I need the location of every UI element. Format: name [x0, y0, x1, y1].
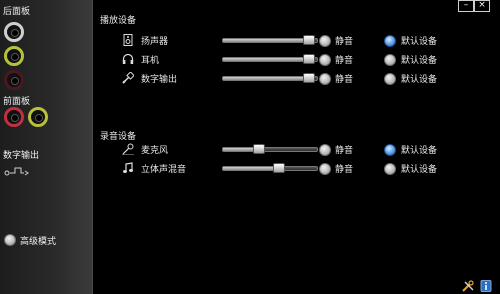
headphones-icon — [122, 53, 134, 64]
volume-slider-thumb[interactable] — [252, 144, 265, 154]
default-device-radio-icon — [384, 143, 396, 156]
device-name: 麦克风 — [141, 146, 169, 156]
mute-label: 静音 — [335, 37, 354, 47]
front-panel-label: 前面板 — [3, 97, 31, 107]
device-name: 立体声混音 — [141, 165, 187, 175]
volume-slider-fill — [223, 58, 310, 61]
rear-jack-dark-red[interactable] — [4, 70, 24, 90]
microphone-icon — [122, 143, 134, 155]
volume-slider[interactable] — [222, 35, 318, 45]
mute-radio-icon — [319, 34, 331, 47]
default-device-label: 默认设备 — [401, 165, 438, 175]
default-device-label: 默认设备 — [401, 75, 438, 85]
volume-slider-fill — [223, 39, 310, 42]
volume-slider[interactable] — [222, 163, 318, 173]
default-device-radio-icon — [384, 162, 396, 175]
realtek-audio-window: – × 后面板 前面板 数字输出 高级模式 播放设备 扬声器 静音 默认设备 耳… — [0, 0, 500, 294]
mute-label: 静音 — [335, 75, 354, 85]
device-row-digital-output: 数字输出 静音 默认设备 — [122, 72, 492, 86]
default-device-radio-icon — [384, 72, 396, 85]
advanced-mode-toggle[interactable]: 高级模式 — [4, 233, 74, 247]
default-device-option[interactable]: 默认设备 — [384, 143, 437, 156]
recording-devices-title: 录音设备 — [100, 132, 137, 142]
default-device-option[interactable]: 默认设备 — [384, 162, 437, 175]
default-device-label: 默认设备 — [401, 146, 438, 156]
volume-slider-fill — [223, 77, 310, 80]
info-icon[interactable] — [480, 280, 492, 292]
volume-slider-fill — [223, 167, 280, 170]
volume-slider[interactable] — [222, 144, 318, 154]
mute-label: 静音 — [335, 165, 354, 175]
tools-icon[interactable] — [462, 280, 474, 292]
jack-panel: 后面板 前面板 数字输出 高级模式 — [0, 0, 93, 294]
device-name: 数字输出 — [141, 75, 178, 85]
default-device-radio-icon — [384, 34, 396, 47]
volume-slider[interactable] — [222, 54, 318, 64]
device-row-headphones: 耳机 静音 默认设备 — [122, 53, 492, 67]
digital-signal-icon — [4, 167, 29, 176]
minimize-button[interactable]: – — [458, 0, 474, 12]
music-note-icon — [123, 162, 133, 173]
rear-panel-label: 后面板 — [3, 7, 31, 17]
rear-jack-green[interactable] — [4, 46, 24, 66]
mute-option[interactable]: 静音 — [319, 34, 353, 47]
mute-option[interactable]: 静音 — [319, 72, 353, 85]
default-device-option[interactable]: 默认设备 — [384, 72, 437, 85]
rear-jack-black[interactable] — [4, 22, 24, 42]
mute-radio-icon — [319, 143, 331, 156]
default-device-radio-icon — [384, 53, 396, 66]
front-jack-green[interactable] — [28, 107, 48, 127]
volume-slider-thumb[interactable] — [303, 73, 316, 83]
digital-output-label: 数字输出 — [3, 151, 40, 161]
device-name: 扬声器 — [141, 37, 169, 47]
front-jack-pink[interactable] — [4, 107, 24, 127]
volume-slider-thumb[interactable] — [303, 35, 316, 45]
volume-slider-thumb[interactable] — [303, 54, 316, 64]
mute-radio-icon — [319, 162, 331, 175]
default-device-label: 默认设备 — [401, 37, 438, 47]
volume-slider-thumb[interactable] — [273, 163, 286, 173]
mute-radio-icon — [319, 53, 331, 66]
device-row-speaker: 扬声器 静音 默认设备 — [122, 34, 492, 48]
close-button[interactable]: × — [474, 0, 490, 12]
mute-option[interactable]: 静音 — [319, 162, 353, 175]
digital-out-icon — [122, 72, 134, 84]
default-device-option[interactable]: 默认设备 — [384, 53, 437, 66]
default-device-option[interactable]: 默认设备 — [384, 34, 437, 47]
playback-devices-title: 播放设备 — [100, 16, 137, 26]
device-row-stereo-mix: 立体声混音 静音 默认设备 — [122, 162, 492, 176]
default-device-label: 默认设备 — [401, 56, 438, 66]
advanced-mode-radio-icon — [4, 234, 16, 246]
mute-option[interactable]: 静音 — [319, 53, 353, 66]
mute-radio-icon — [319, 72, 331, 85]
advanced-mode-label: 高级模式 — [20, 236, 57, 247]
device-row-microphone: 麦克风 静音 默认设备 — [122, 143, 492, 157]
mute-label: 静音 — [335, 146, 354, 156]
mute-option[interactable]: 静音 — [319, 143, 353, 156]
mute-label: 静音 — [335, 56, 354, 66]
bottom-toolbar — [462, 280, 492, 292]
device-name: 耳机 — [141, 56, 160, 66]
volume-slider[interactable] — [222, 73, 318, 83]
speaker-icon — [123, 34, 133, 46]
